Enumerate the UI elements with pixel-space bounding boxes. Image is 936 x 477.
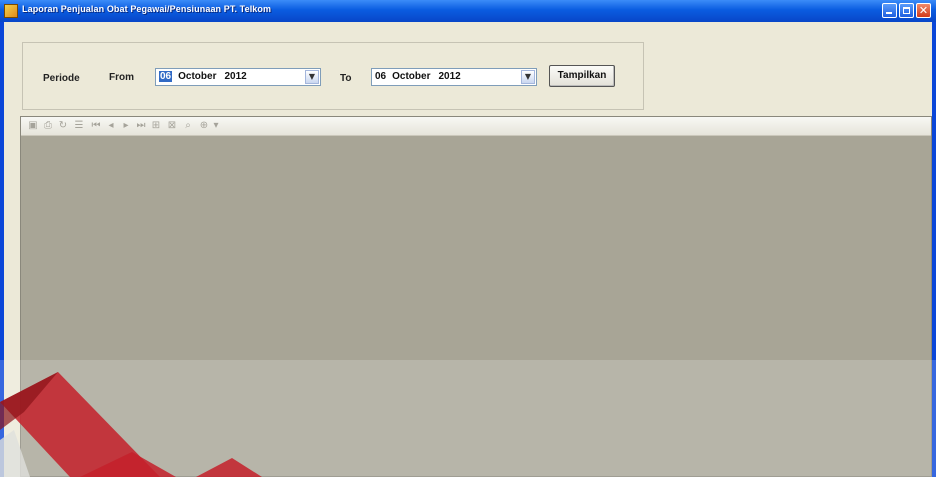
to-date-picker[interactable]: 06 October 2012 ▼ <box>371 68 537 86</box>
go-to-page-icon[interactable]: ⊞ <box>150 120 162 132</box>
zoom-dropdown-icon[interactable]: ▾ <box>210 120 222 132</box>
application-window: Laporan Penjualan Obat Pegawai/Pensiunaa… <box>0 0 936 477</box>
stop-icon[interactable]: ⊠ <box>166 120 178 132</box>
last-page-icon[interactable]: ⏭ <box>135 120 147 132</box>
to-date-day[interactable]: 06 <box>375 71 386 82</box>
export-icon[interactable]: ▣ <box>27 120 39 132</box>
from-date-dropdown-button[interactable]: ▼ <box>305 70 319 84</box>
minimize-button[interactable] <box>882 3 897 18</box>
filter-groupbox: Periode From 06 October 2012 ▼ To 06 Octobe… <box>22 42 644 110</box>
maximize-button[interactable] <box>899 3 914 18</box>
title-bar[interactable]: Laporan Penjualan Obat Pegawai/Pensiunaa… <box>0 0 936 22</box>
report-viewer[interactable]: ▣ ⎙ ↻ ☰ ⏮ ◂ ▸ ⏭ ⊞ ⊠ ⌕ ⊕ ▾ <box>20 116 932 477</box>
window-client-area: Periode From 06 October 2012 ▼ To 06 Octobe… <box>4 22 932 477</box>
maximize-icon <box>903 7 910 14</box>
close-icon: ✕ <box>918 4 929 17</box>
window-title: Laporan Penjualan Obat Pegawai/Pensiunaa… <box>22 4 272 14</box>
close-button[interactable]: ✕ <box>916 3 931 18</box>
report-viewer-toolbar: ▣ ⎙ ↻ ☰ ⏮ ◂ ▸ ⏭ ⊞ ⊠ ⌕ ⊕ ▾ <box>21 117 931 136</box>
print-icon[interactable]: ⎙ <box>42 120 54 132</box>
to-date-year[interactable]: 2012 <box>438 71 460 82</box>
from-date-month[interactable]: October <box>178 71 216 82</box>
search-icon[interactable]: ⌕ <box>182 120 194 132</box>
to-label: To <box>340 73 352 84</box>
first-page-icon[interactable]: ⏮ <box>90 120 102 132</box>
from-date-year[interactable]: 2012 <box>224 71 246 82</box>
from-date-picker[interactable]: 06 October 2012 ▼ <box>155 68 321 86</box>
to-date-value: 06 October 2012 <box>375 71 461 82</box>
to-date-month[interactable]: October <box>392 71 430 82</box>
app-icon <box>4 4 18 18</box>
refresh-icon[interactable]: ↻ <box>57 120 69 132</box>
periode-label: Periode <box>43 73 80 84</box>
to-date-dropdown-button[interactable]: ▼ <box>521 70 535 84</box>
next-page-icon[interactable]: ▸ <box>120 120 132 132</box>
from-label: From <box>109 72 134 83</box>
previous-page-icon[interactable]: ◂ <box>105 120 117 132</box>
from-date-value: 06 October 2012 <box>159 71 247 82</box>
from-date-day[interactable]: 06 <box>159 71 173 82</box>
tampilkan-button[interactable]: Tampilkan <box>549 65 615 87</box>
zoom-icon[interactable]: ⊕ <box>198 120 210 132</box>
group-tree-icon[interactable]: ☰ <box>73 120 85 132</box>
minimize-icon <box>886 12 892 14</box>
